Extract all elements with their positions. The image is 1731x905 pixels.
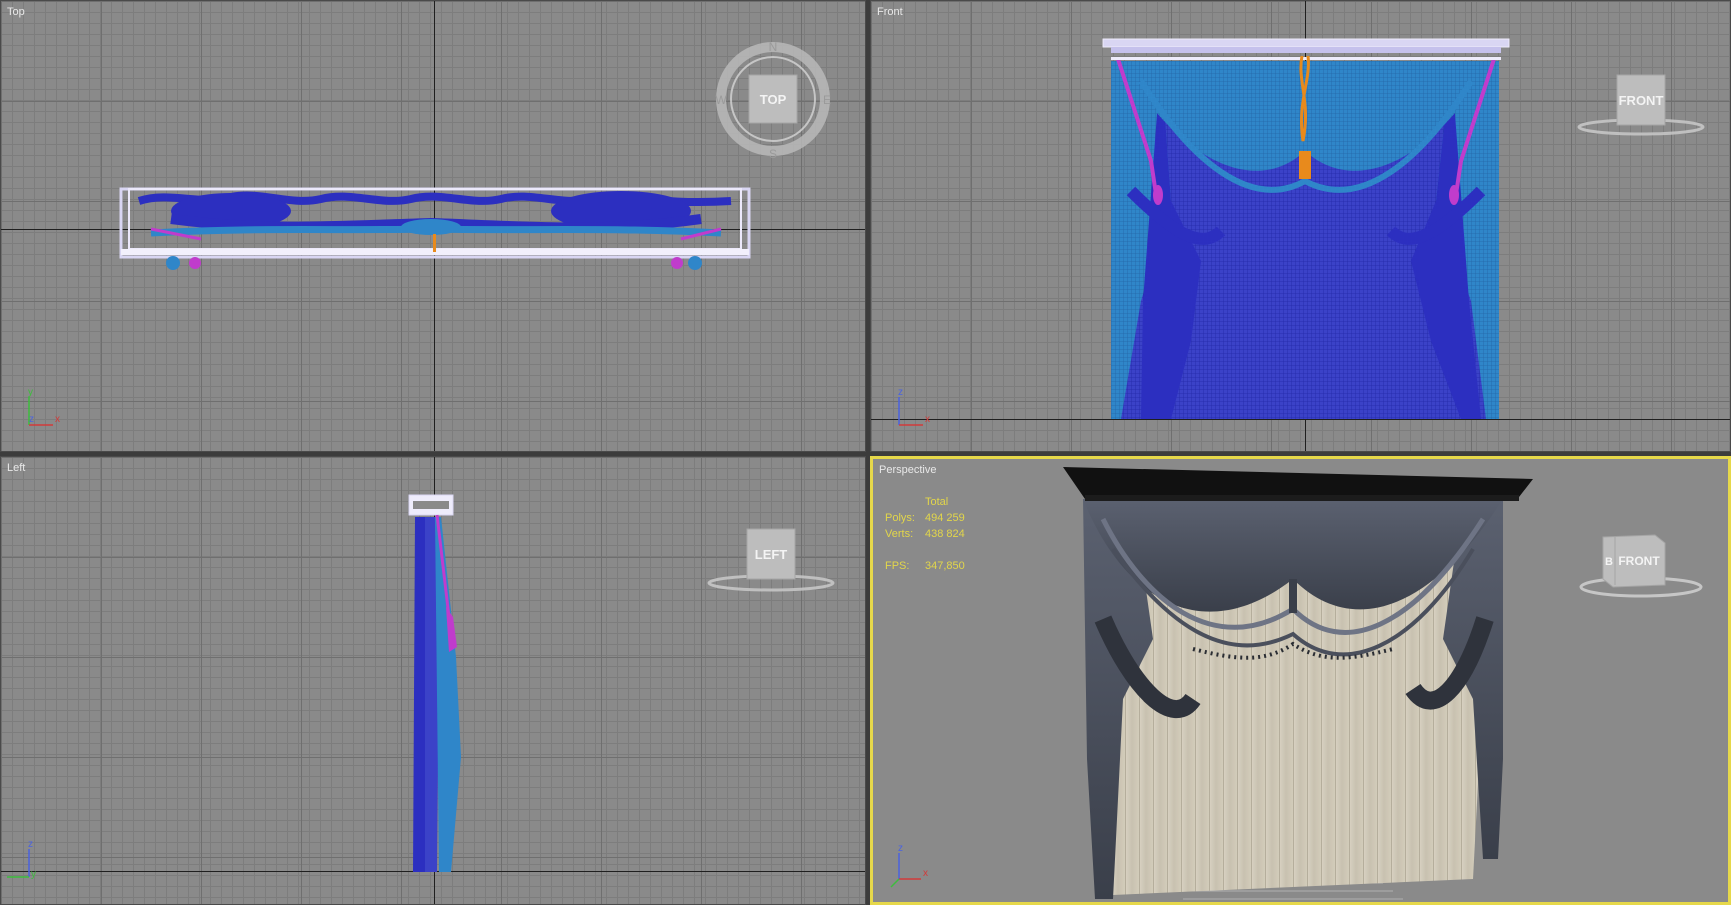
svg-text:z: z xyxy=(898,843,903,854)
svg-text:x: x xyxy=(925,414,930,425)
svg-text:z: z xyxy=(28,839,33,850)
svg-text:z: z xyxy=(898,387,903,398)
axis-tripod-left: z y xyxy=(7,839,36,880)
viewport-left[interactable]: Left LEFT z y xyxy=(0,456,866,905)
axis-tripod-front: z x xyxy=(898,387,930,426)
svg-text:x: x xyxy=(55,414,60,425)
axis-tripod-perspective: z x xyxy=(890,843,928,888)
viewport-perspective[interactable]: Perspective Total Polys: 494 259 Verts: 43… xyxy=(870,456,1731,905)
viewport-top[interactable]: Top TOP N W E S y z x xyxy=(0,0,866,452)
svg-text:z: z xyxy=(29,414,34,425)
svg-text:y: y xyxy=(28,387,33,398)
axis-tripod-top: y z x xyxy=(28,387,60,426)
svg-text:x: x xyxy=(923,868,928,879)
viewport-front[interactable]: Front FRONT z x xyxy=(870,0,1731,452)
svg-text:y: y xyxy=(31,869,36,880)
